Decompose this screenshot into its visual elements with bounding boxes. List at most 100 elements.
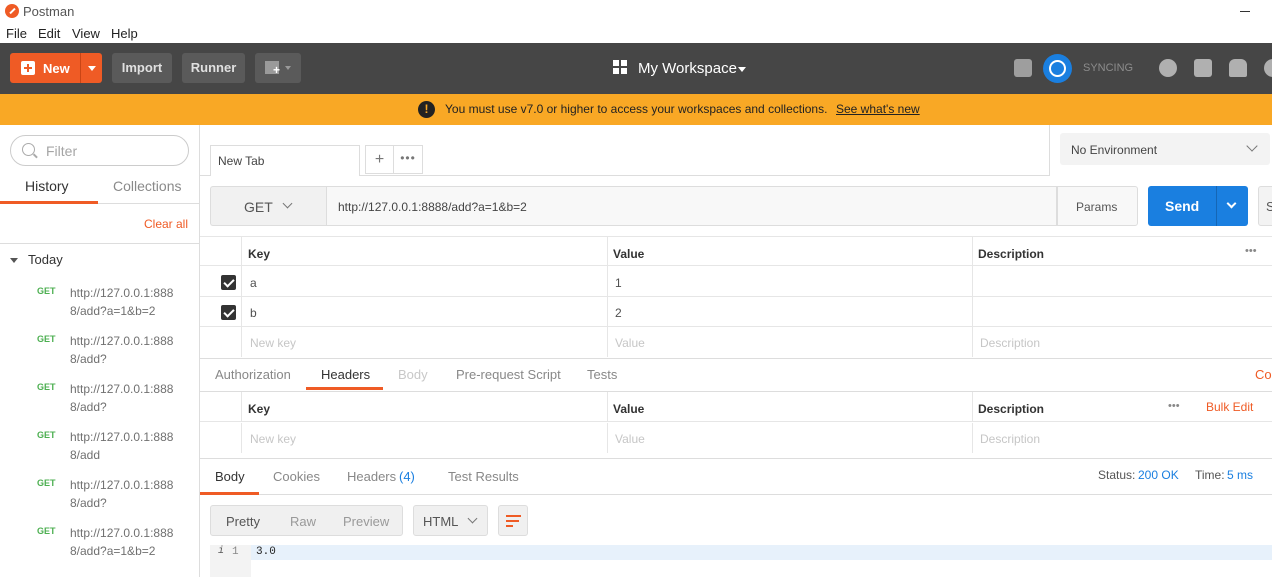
table-row-new: New key Value Description (200, 423, 1272, 453)
import-button[interactable]: Import (112, 53, 172, 83)
history-item[interactable]: GET http://127.0.0.1:8888/add?a=1&b=2 (0, 282, 199, 328)
method-badge: GET (37, 526, 56, 536)
tab-headers[interactable]: Headers (321, 367, 370, 382)
col-description: Description (978, 247, 1045, 261)
more-options-icon[interactable]: ••• (1168, 400, 1180, 412)
menu-help[interactable]: Help (111, 26, 138, 41)
menu-view[interactable]: View (72, 26, 100, 41)
table-header: Key Value Description ••• Bulk Edit (200, 392, 1272, 422)
send-dropdown-chevron-icon[interactable] (1226, 198, 1237, 209)
request-section-tabs: Authorization Headers Body Pre-request S… (200, 358, 1272, 392)
tab-test-results[interactable]: Test Results (448, 469, 519, 484)
sync-status-icon[interactable] (1043, 54, 1072, 83)
param-key[interactable]: b (250, 306, 257, 320)
param-value[interactable]: 2 (615, 306, 622, 320)
tab-authorization[interactable]: Authorization (215, 367, 291, 382)
more-tabs-button[interactable]: ••• (394, 145, 423, 174)
cookies-link[interactable]: Coo (1255, 367, 1272, 382)
method-badge: GET (37, 286, 56, 296)
menu-file[interactable]: File (6, 26, 27, 41)
chevron-down-icon (738, 67, 746, 72)
active-tab-indicator (200, 492, 259, 495)
bell-icon[interactable] (1229, 59, 1247, 77)
status-label: Status: (1098, 468, 1136, 482)
param-key[interactable]: a (250, 276, 257, 290)
history-item[interactable]: GET http://127.0.0.1:8888/add? (0, 330, 199, 376)
param-description[interactable] (972, 297, 1272, 327)
history-item[interactable]: GET http://127.0.0.1:8888/add? (0, 474, 199, 520)
tab-history[interactable]: History (25, 178, 69, 194)
bulk-edit-link[interactable]: Bulk Edit (1206, 400, 1253, 414)
collapse-caret-icon[interactable] (10, 258, 18, 263)
method-badge: GET (37, 430, 56, 440)
runner-button[interactable]: Runner (182, 53, 245, 83)
wrench-icon[interactable] (1194, 59, 1212, 77)
tab-new-tab[interactable]: New Tab (210, 145, 360, 176)
send-label: Send (1165, 198, 1200, 214)
new-description-input[interactable]: Description (980, 336, 1040, 350)
row-checkbox[interactable] (221, 305, 236, 320)
minimize-icon[interactable] (1240, 11, 1250, 12)
new-button-label: New (43, 61, 70, 76)
url-input[interactable] (338, 198, 1038, 215)
line-number: 1 (232, 546, 239, 558)
environment-select[interactable]: No Environment (1060, 133, 1270, 165)
add-tab-button[interactable]: + (365, 145, 394, 174)
tab-collections[interactable]: Collections (113, 178, 181, 194)
history-item[interactable]: GET http://127.0.0.1:8888/add?a=1&b=2 (0, 522, 199, 568)
grid-icon (613, 60, 627, 74)
table-header: Key Value Description ••• (200, 236, 1272, 267)
history-item[interactable]: GET http://127.0.0.1:8888/add? (0, 378, 199, 424)
tab-pre-request-script[interactable]: Pre-request Script (456, 367, 561, 382)
new-value-input[interactable]: Value (615, 432, 645, 446)
tab-response-headers[interactable]: Headers (347, 469, 396, 484)
format-select[interactable]: HTML (413, 505, 488, 536)
save-button[interactable]: S (1258, 186, 1272, 226)
view-pretty-button[interactable]: Pretty (226, 514, 260, 529)
param-value[interactable]: 1 (615, 276, 622, 290)
satellite-icon[interactable] (1014, 59, 1032, 77)
history-group-today[interactable]: Today (28, 252, 63, 267)
new-window-button[interactable] (255, 53, 301, 83)
clear-all-link[interactable]: Clear all (144, 217, 188, 231)
new-key-input[interactable]: New key (250, 432, 296, 446)
new-description-input[interactable]: Description (980, 432, 1040, 446)
table-row-new: New key Value Description (200, 327, 1272, 357)
save-label: S (1266, 199, 1272, 214)
more-options-icon[interactable]: ••• (1245, 245, 1257, 257)
new-button[interactable]: New (10, 53, 102, 83)
new-dropdown-caret-icon[interactable] (88, 66, 96, 71)
tab-tests[interactable]: Tests (587, 367, 617, 382)
filter-input[interactable] (46, 142, 176, 160)
banner-message: You must use v7.0 or higher to access yo… (445, 102, 828, 116)
chevron-down-icon (467, 513, 478, 524)
banner-link[interactable]: See what's new (836, 102, 920, 116)
response-tabs: Body Cookies Headers (4) Test Results St… (200, 458, 1272, 495)
send-button[interactable]: Send (1148, 186, 1248, 226)
filter-box[interactable] (10, 135, 189, 166)
search-icon (22, 143, 35, 156)
row-checkbox[interactable] (221, 275, 236, 290)
view-preview-button[interactable]: Preview (343, 514, 389, 529)
new-key-input[interactable]: New key (250, 336, 296, 350)
method-select[interactable]: GET (210, 186, 326, 226)
param-description[interactable] (972, 267, 1272, 297)
tab-response-body[interactable]: Body (215, 469, 245, 484)
history-item[interactable]: GET http://127.0.0.1:8888/add (0, 426, 199, 472)
tab-cookies[interactable]: Cookies (273, 469, 320, 484)
heart-icon[interactable] (1264, 59, 1272, 77)
history-url: http://127.0.0.1:8888/add (70, 430, 174, 462)
response-body-viewer[interactable]: i 1 3.0 (210, 545, 1272, 577)
menu-edit[interactable]: Edit (38, 26, 60, 41)
view-raw-button[interactable]: Raw (290, 514, 316, 529)
warning-icon: ! (418, 101, 435, 118)
globe-icon[interactable] (1159, 59, 1177, 77)
params-button[interactable]: Params (1057, 186, 1138, 226)
new-value-input[interactable]: Value (615, 336, 645, 350)
window-title: Postman (23, 4, 75, 19)
wrap-lines-button[interactable] (498, 505, 528, 536)
col-value: Value (613, 247, 645, 261)
postman-logo-icon (5, 4, 19, 18)
col-description: Description (978, 402, 1045, 416)
url-field[interactable] (326, 186, 1057, 226)
